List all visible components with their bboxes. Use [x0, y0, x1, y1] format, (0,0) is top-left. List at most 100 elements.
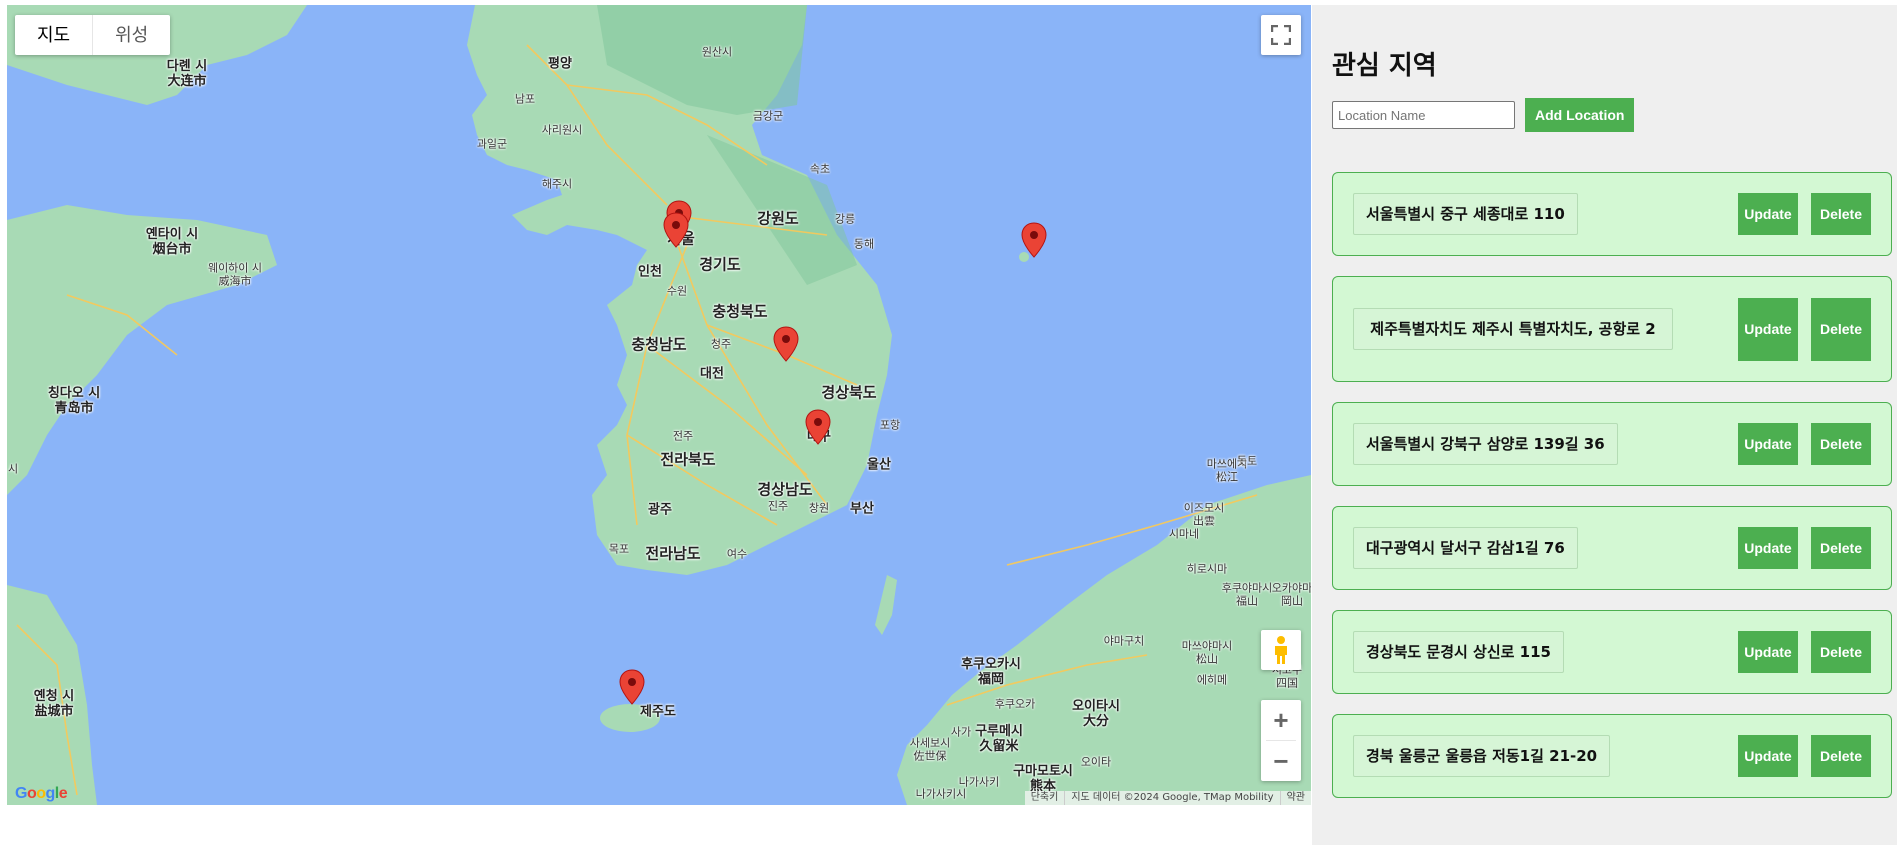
- location-name-input[interactable]: [1332, 101, 1515, 129]
- delete-button[interactable]: Delete: [1811, 735, 1871, 777]
- location-card: 경북 울릉군 울릉읍 저동1길 21-20 Update Delete: [1332, 714, 1892, 798]
- location-address: 대구광역시 달서구 감삼1길 76: [1353, 526, 1578, 570]
- place-label: 경상북도: [821, 383, 877, 402]
- place-label: 대전: [700, 366, 724, 382]
- add-location-button[interactable]: Add Location: [1525, 98, 1635, 132]
- location-card: 서울특별시 중구 세종대로 110 Update Delete: [1332, 172, 1892, 256]
- location-address: 제주특별자치도 제주시 특별자치도, 공항로 2: [1353, 307, 1673, 351]
- place-label: 포항: [879, 418, 901, 432]
- google-logo: Google: [15, 785, 68, 802]
- place-label: 시: [7, 462, 19, 476]
- update-button[interactable]: Update: [1738, 297, 1798, 361]
- zoom-control: + −: [1261, 700, 1301, 781]
- map-attribution: 단축키 지도 데이터 ©2024 Google, TMap Mobility 약…: [1024, 791, 1311, 805]
- location-address: 경상북도 문경시 상신로 115: [1353, 630, 1564, 674]
- place-label: 웨이하이 시 威海市: [207, 261, 263, 287]
- place-label: 후쿠오카: [994, 697, 1036, 711]
- fullscreen-icon: [1271, 25, 1291, 45]
- place-label: 전라남도: [645, 544, 701, 563]
- delete-button[interactable]: Delete: [1811, 423, 1871, 465]
- place-label: 오이타: [1080, 755, 1112, 769]
- place-label: 인천: [638, 264, 662, 280]
- location-card: 제주특별자치도 제주시 특별자치도, 공항로 2 Update Delete: [1332, 276, 1892, 382]
- update-button[interactable]: Update: [1738, 423, 1798, 465]
- place-label: 원산시: [701, 45, 733, 59]
- place-label: 나가사키시: [915, 787, 967, 801]
- place-label: 경상남도: [757, 480, 813, 499]
- map-terrain: [7, 5, 1311, 805]
- update-button[interactable]: Update: [1738, 735, 1798, 777]
- place-label: 옌타이 시 烟台市: [145, 227, 199, 257]
- place-label: 사리원시: [541, 123, 583, 137]
- place-label: 사세보시 佐世保: [909, 736, 951, 762]
- location-address: 경북 울릉군 울릉읍 저동1길 21-20: [1353, 734, 1611, 778]
- place-label: 후쿠오카시 福岡: [961, 657, 1021, 687]
- place-label: 진주: [767, 499, 789, 513]
- delete-button[interactable]: Delete: [1811, 631, 1871, 673]
- place-label: 오카야마 岡山: [1271, 581, 1311, 607]
- place-label: 시마네: [1168, 527, 1200, 541]
- place-label: 전라북도: [660, 450, 716, 469]
- place-label: 해주시: [541, 177, 573, 191]
- map-data-text: 지도 데이터 ©2024 Google, TMap Mobility: [1064, 791, 1279, 805]
- terms-link[interactable]: 약관: [1279, 791, 1311, 805]
- update-button[interactable]: Update: [1738, 527, 1798, 569]
- place-label: 전주: [672, 429, 694, 443]
- map-marker[interactable]: [1021, 222, 1047, 258]
- location-address: 서울특별시 중구 세종대로 110: [1353, 192, 1578, 236]
- place-label: 제주도: [640, 704, 676, 720]
- place-label: 경기도: [699, 255, 741, 274]
- place-label: 구루메시 久留米: [975, 724, 1023, 754]
- place-label: 부산: [850, 501, 874, 517]
- map-marker[interactable]: [773, 326, 799, 362]
- delete-button[interactable]: Delete: [1811, 193, 1871, 235]
- place-label: 평양: [548, 56, 572, 72]
- place-label: 창원: [808, 501, 830, 515]
- map-marker[interactable]: [663, 212, 689, 248]
- location-card: 서울특별시 강북구 삼양로 139길 36 Update Delete: [1332, 402, 1892, 486]
- place-label: 속초: [809, 162, 831, 176]
- place-label: 강원도: [757, 209, 799, 228]
- place-label: 여수: [726, 547, 748, 561]
- place-label: 히로시마: [1186, 562, 1228, 576]
- place-label: 강릉: [834, 212, 856, 226]
- place-label: 사가: [950, 725, 972, 739]
- map-marker[interactable]: [619, 669, 645, 705]
- add-location-row: Add Location: [1332, 98, 1892, 132]
- delete-button[interactable]: Delete: [1811, 297, 1871, 361]
- place-label: 마쓰야마시 松山: [1181, 639, 1233, 665]
- place-label: 오이타시 大分: [1072, 699, 1120, 729]
- map[interactable]: 평양 강원도 경기도 인천 수원 충청북도 충청남도 청주 대전 경상북도 포항…: [7, 5, 1311, 805]
- place-label: 옌청 시 盐城市: [33, 689, 75, 719]
- map-marker[interactable]: [805, 409, 831, 445]
- fullscreen-button[interactable]: [1261, 15, 1301, 55]
- place-label: 동해: [853, 237, 875, 251]
- place-label: 후쿠야마시 福山: [1221, 581, 1273, 607]
- place-label: 충청북도: [712, 302, 768, 321]
- map-type-satellite-button[interactable]: 위성: [93, 15, 170, 55]
- locations-panel: 관심 지역 Add Location 서울특별시 중구 세종대로 110 Upd…: [1312, 5, 1897, 845]
- place-label: 야마구치: [1103, 634, 1145, 648]
- place-label: 다롄 시 大连市: [166, 59, 208, 89]
- update-button[interactable]: Update: [1738, 631, 1798, 673]
- map-type-control: 지도 위성: [15, 15, 171, 55]
- keyboard-shortcuts-link[interactable]: 단축키: [1025, 791, 1065, 805]
- street-view-button[interactable]: [1261, 630, 1301, 670]
- place-label: 울산: [867, 457, 891, 473]
- update-button[interactable]: Update: [1738, 193, 1798, 235]
- zoom-in-button[interactable]: +: [1261, 700, 1301, 740]
- place-label: 칭다오 시 青岛市: [47, 386, 101, 416]
- place-label: 광주: [648, 502, 672, 518]
- place-label: 청주: [710, 337, 732, 351]
- place-label: 나가사키: [958, 775, 1000, 789]
- location-card: 경상북도 문경시 상신로 115 Update Delete: [1332, 610, 1892, 694]
- place-label: 에히메: [1196, 673, 1228, 687]
- location-card: 대구광역시 달서구 감삼1길 76 Update Delete: [1332, 506, 1892, 590]
- place-label: 수원: [666, 284, 688, 298]
- delete-button[interactable]: Delete: [1811, 527, 1871, 569]
- place-label: 과일군: [476, 137, 508, 151]
- map-type-map-button[interactable]: 지도: [15, 15, 94, 55]
- panel-title: 관심 지역: [1332, 51, 1437, 81]
- place-label: 남포: [514, 92, 536, 106]
- zoom-out-button[interactable]: −: [1261, 741, 1301, 781]
